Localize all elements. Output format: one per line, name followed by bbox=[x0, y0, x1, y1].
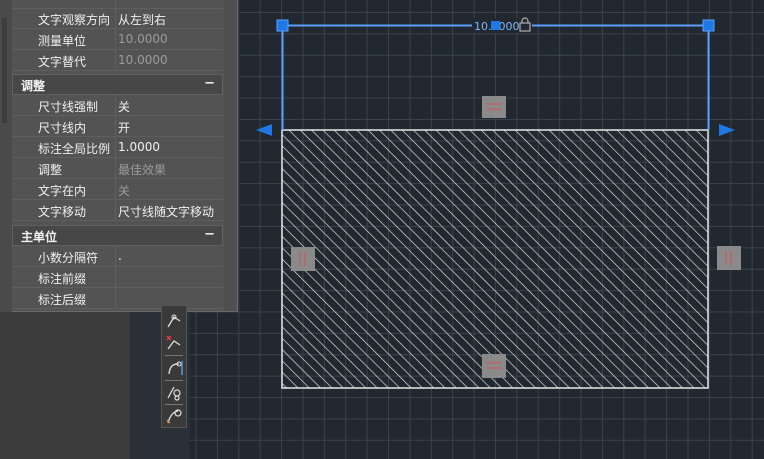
midpoint-grip-top[interactable] bbox=[482, 96, 506, 118]
property-row-overall-scale[interactable]: 标注全局比例 1.0000 bbox=[12, 137, 223, 158]
property-row-text-movement[interactable]: 文字移动 尺寸线随文字移动 bbox=[12, 200, 223, 221]
property-separator bbox=[115, 267, 116, 288]
dimension-grip-left[interactable] bbox=[276, 19, 289, 32]
property-row-text-inside[interactable]: 文字在内 关 bbox=[12, 179, 223, 200]
midpoint-grip-left[interactable] bbox=[291, 247, 315, 271]
tool-separator bbox=[165, 380, 183, 381]
tool-separator bbox=[165, 404, 183, 405]
palette-edge-tab[interactable] bbox=[2, 18, 7, 123]
property-value[interactable]: 10.0000 bbox=[118, 53, 168, 67]
stretch-arrow-right[interactable] bbox=[719, 124, 735, 136]
property-row-dimline-inside[interactable]: 尺寸线内 开 bbox=[12, 116, 223, 137]
property-separator bbox=[115, 179, 116, 200]
snap-tool-2-icon[interactable] bbox=[164, 333, 184, 353]
property-row-prefix[interactable]: 标注前缀 bbox=[12, 267, 223, 288]
property-row-text-override[interactable]: 文字替代 10.0000 bbox=[12, 50, 223, 71]
property-row-suffix[interactable]: 标注后缀 bbox=[12, 288, 223, 309]
property-key: 调整 bbox=[38, 163, 63, 177]
property-separator bbox=[115, 288, 116, 309]
property-key: 文字替代 bbox=[38, 55, 87, 69]
palette-edge bbox=[0, 0, 12, 312]
section-title: 调整 bbox=[21, 79, 46, 93]
property-key: 标注后缀 bbox=[38, 293, 87, 307]
tool-separator bbox=[165, 355, 183, 356]
property-key: 文字在内 bbox=[38, 184, 87, 198]
property-key: 尺寸线强制 bbox=[38, 100, 99, 114]
snap-tool-5-icon[interactable] bbox=[164, 406, 184, 426]
property-value[interactable]: 从左到右 bbox=[118, 11, 166, 28]
property-separator bbox=[115, 158, 116, 179]
stretch-arrow-left[interactable] bbox=[256, 124, 272, 136]
dimension-text-grip[interactable] bbox=[491, 21, 500, 30]
section-header-fit[interactable]: 调整 − bbox=[12, 74, 223, 95]
property-value[interactable]: 尺寸线随文字移动 bbox=[118, 203, 214, 220]
property-value[interactable]: 关 bbox=[118, 98, 130, 115]
property-row-decimal-separator[interactable]: 小数分隔符 . bbox=[12, 246, 223, 267]
section-header-primary-units[interactable]: 主单位 − bbox=[12, 225, 223, 246]
property-value[interactable]: 1.0000 bbox=[118, 140, 160, 154]
midpoint-grip-right[interactable] bbox=[717, 246, 741, 270]
property-key: 尺寸线内 bbox=[38, 121, 87, 135]
snap-tool-3-icon[interactable] bbox=[164, 358, 184, 378]
collapse-icon[interactable]: − bbox=[204, 227, 215, 242]
property-separator bbox=[115, 246, 116, 267]
property-separator bbox=[115, 50, 116, 71]
property-separator bbox=[115, 137, 116, 158]
property-value[interactable]: 最佳效果 bbox=[118, 161, 166, 178]
property-key: 文字观察方向 bbox=[38, 13, 111, 27]
property-separator bbox=[115, 29, 116, 50]
property-key: 小数分隔符 bbox=[38, 251, 99, 265]
hatched-rectangle[interactable] bbox=[281, 129, 709, 389]
property-row-text-view-direction[interactable]: 文字观察方向 从左到右 bbox=[12, 8, 223, 29]
palette-scrollbar[interactable] bbox=[224, 0, 236, 311]
property-key: 标注前缀 bbox=[38, 272, 87, 286]
property-key: 测量单位 bbox=[38, 34, 87, 48]
property-value[interactable]: 10.0000 bbox=[118, 32, 168, 46]
property-separator bbox=[115, 200, 116, 221]
properties-palette[interactable]: 文字观察方向 从左到右 测量单位 10.0000 文字替代 10.0000 调整… bbox=[0, 0, 238, 312]
property-separator bbox=[115, 95, 116, 116]
property-key: 标注全局比例 bbox=[38, 142, 111, 156]
property-row-measurement[interactable]: 测量单位 10.0000 bbox=[12, 29, 223, 50]
property-value[interactable]: 开 bbox=[118, 119, 130, 136]
property-value[interactable]: . bbox=[118, 249, 122, 263]
property-row-force-dimline[interactable]: 尺寸线强制 关 bbox=[12, 95, 223, 116]
property-key: 文字移动 bbox=[38, 205, 87, 219]
snap-tool-4-icon[interactable] bbox=[164, 382, 184, 402]
snap-tool-1-icon[interactable] bbox=[164, 311, 184, 331]
midpoint-grip-bottom[interactable] bbox=[482, 354, 506, 378]
property-separator bbox=[115, 8, 116, 29]
property-row-fit[interactable]: 调整 最佳效果 bbox=[12, 158, 223, 179]
section-title: 主单位 bbox=[21, 230, 58, 244]
collapse-icon[interactable]: − bbox=[204, 76, 215, 91]
property-separator bbox=[115, 116, 116, 137]
snap-tool-strip bbox=[161, 305, 187, 428]
dimension-grip-right[interactable] bbox=[702, 19, 715, 32]
property-value[interactable]: 关 bbox=[118, 182, 130, 199]
